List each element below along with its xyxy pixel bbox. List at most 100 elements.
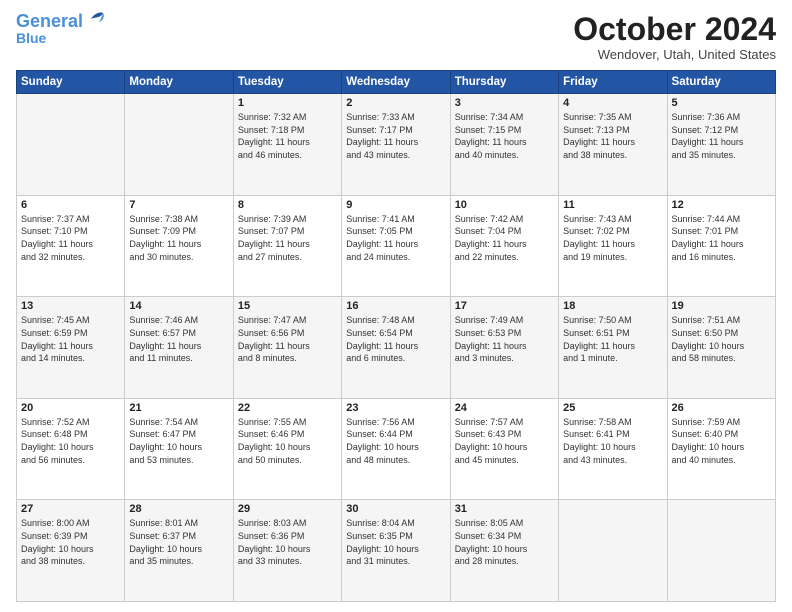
day-info: Sunrise: 7:57 AM Sunset: 6:43 PM Dayligh… (455, 416, 554, 466)
calendar-cell-w3-d4: 16Sunrise: 7:48 AM Sunset: 6:54 PM Dayli… (342, 297, 450, 399)
day-number: 19 (672, 300, 771, 312)
day-number: 20 (21, 402, 120, 414)
calendar-cell-w5-d3: 29 Sunrise: 8:03 AM Sunset: 6:36 PM Dayli… (233, 500, 341, 602)
day-info: Sunrise: 7:42 AM Sunset: 7:04 PM Dayligh… (455, 213, 554, 263)
week-row-1: 1Sunrise: 7:32 AM Sunset: 7:18 PM Daylig… (17, 94, 776, 196)
calendar-cell-w2-d4: 9 Sunrise: 7:41 AM Sunset: 7:05 PM Daylig… (342, 195, 450, 297)
day-info: Sunrise: 7:55 AM Sunset: 6:46 PM Dayligh… (238, 416, 337, 466)
day-info: Sunrise: 8:00 AM Sunset: 6:39 PM Dayligh… (21, 517, 120, 567)
calendar-cell-w2-d3: 8 Sunrise: 7:39 AM Sunset: 7:07 PM Daylig… (233, 195, 341, 297)
week-row-5: 27 Sunrise: 8:00 AM Sunset: 6:39 PM Dayli… (17, 500, 776, 602)
day-number: 9 (346, 199, 445, 211)
calendar-cell-w4-d3: 22 Sunrise: 7:55 AM Sunset: 6:46 PM Dayli… (233, 398, 341, 500)
col-wednesday: Wednesday (342, 71, 450, 94)
day-number: 31 (455, 503, 554, 515)
day-number: 3 (455, 97, 554, 109)
calendar-cell-w2-d6: 11 Sunrise: 7:43 AM Sunset: 7:02 PM Dayli… (559, 195, 667, 297)
day-number: 11 (563, 199, 662, 211)
day-number: 21 (129, 402, 228, 414)
calendar-cell-w4-d4: 23Sunrise: 7:56 AM Sunset: 6:44 PM Dayli… (342, 398, 450, 500)
day-info: Sunrise: 8:01 AM Sunset: 6:37 PM Dayligh… (129, 517, 228, 567)
day-number: 5 (672, 97, 771, 109)
calendar-cell-w4-d6: 25Sunrise: 7:58 AM Sunset: 6:41 PM Dayli… (559, 398, 667, 500)
calendar-cell-w3-d2: 14 Sunrise: 7:46 AM Sunset: 6:57 PM Dayli… (125, 297, 233, 399)
day-info: Sunrise: 7:44 AM Sunset: 7:01 PM Dayligh… (672, 213, 771, 263)
day-number: 14 (129, 300, 228, 312)
day-info: Sunrise: 7:36 AM Sunset: 7:12 PM Dayligh… (672, 111, 771, 161)
calendar-cell-w5-d1: 27 Sunrise: 8:00 AM Sunset: 6:39 PM Dayli… (17, 500, 125, 602)
calendar-cell-w2-d2: 7 Sunrise: 7:38 AM Sunset: 7:09 PM Daylig… (125, 195, 233, 297)
day-info: Sunrise: 7:35 AM Sunset: 7:13 PM Dayligh… (563, 111, 662, 161)
calendar-cell-w4-d5: 24 Sunrise: 7:57 AM Sunset: 6:43 PM Dayli… (450, 398, 558, 500)
day-number: 17 (455, 300, 554, 312)
day-number: 15 (238, 300, 337, 312)
calendar-cell-w5-d2: 28 Sunrise: 8:01 AM Sunset: 6:37 PM Dayli… (125, 500, 233, 602)
logo: General Blue (16, 12, 107, 46)
day-info: Sunrise: 7:51 AM Sunset: 6:50 PM Dayligh… (672, 314, 771, 364)
calendar-cell-w2-d5: 10 Sunrise: 7:42 AM Sunset: 7:04 PM Dayli… (450, 195, 558, 297)
calendar-cell-w3-d5: 17 Sunrise: 7:49 AM Sunset: 6:53 PM Dayli… (450, 297, 558, 399)
calendar-cell-w1-d6: 4 Sunrise: 7:35 AM Sunset: 7:13 PM Daylig… (559, 94, 667, 196)
calendar-cell-w2-d7: 12 Sunrise: 7:44 AM Sunset: 7:01 PM Dayli… (667, 195, 775, 297)
day-info: Sunrise: 8:04 AM Sunset: 6:35 PM Dayligh… (346, 517, 445, 567)
page: General Blue October 2024 Wendover, Utah… (0, 0, 792, 612)
day-info: Sunrise: 8:03 AM Sunset: 6:36 PM Dayligh… (238, 517, 337, 567)
day-number: 7 (129, 199, 228, 211)
calendar-cell-w1-d4: 2Sunrise: 7:33 AM Sunset: 7:17 PM Daylig… (342, 94, 450, 196)
day-number: 23 (346, 402, 445, 414)
day-info: Sunrise: 8:05 AM Sunset: 6:34 PM Dayligh… (455, 517, 554, 567)
day-number: 10 (455, 199, 554, 211)
day-info: Sunrise: 7:54 AM Sunset: 6:47 PM Dayligh… (129, 416, 228, 466)
day-number: 18 (563, 300, 662, 312)
day-number: 26 (672, 402, 771, 414)
calendar-cell-w3-d1: 13Sunrise: 7:45 AM Sunset: 6:59 PM Dayli… (17, 297, 125, 399)
day-number: 30 (346, 503, 445, 515)
logo-blue-text: Blue (16, 30, 46, 46)
day-info: Sunrise: 7:45 AM Sunset: 6:59 PM Dayligh… (21, 314, 120, 364)
calendar-cell-w3-d6: 18 Sunrise: 7:50 AM Sunset: 6:51 PM Dayli… (559, 297, 667, 399)
col-tuesday: Tuesday (233, 71, 341, 94)
day-number: 29 (238, 503, 337, 515)
logo-bird-icon (85, 11, 107, 29)
day-number: 4 (563, 97, 662, 109)
calendar-cell-w3-d7: 19 Sunrise: 7:51 AM Sunset: 6:50 PM Dayli… (667, 297, 775, 399)
day-number: 24 (455, 402, 554, 414)
title-block: October 2024 Wendover, Utah, United Stat… (573, 12, 776, 62)
calendar-cell-w5-d4: 30 Sunrise: 8:04 AM Sunset: 6:35 PM Dayli… (342, 500, 450, 602)
calendar-cell-w4-d2: 21 Sunrise: 7:54 AM Sunset: 6:47 PM Dayli… (125, 398, 233, 500)
day-info: Sunrise: 7:47 AM Sunset: 6:56 PM Dayligh… (238, 314, 337, 364)
calendar-cell-w1-d7: 5 Sunrise: 7:36 AM Sunset: 7:12 PM Daylig… (667, 94, 775, 196)
col-sunday: Sunday (17, 71, 125, 94)
day-number: 16 (346, 300, 445, 312)
col-friday: Friday (559, 71, 667, 94)
day-number: 6 (21, 199, 120, 211)
day-info: Sunrise: 7:52 AM Sunset: 6:48 PM Dayligh… (21, 416, 120, 466)
location: Wendover, Utah, United States (573, 47, 776, 62)
calendar-cell-w1-d5: 3 Sunrise: 7:34 AM Sunset: 7:15 PM Daylig… (450, 94, 558, 196)
logo-general-text: General (16, 12, 83, 30)
day-number: 28 (129, 503, 228, 515)
calendar-table: Sunday Monday Tuesday Wednesday Thursday… (16, 70, 776, 602)
day-info: Sunrise: 7:34 AM Sunset: 7:15 PM Dayligh… (455, 111, 554, 161)
day-number: 8 (238, 199, 337, 211)
calendar-cell-w1-d1 (17, 94, 125, 196)
calendar-cell-w2-d1: 6Sunrise: 7:37 AM Sunset: 7:10 PM Daylig… (17, 195, 125, 297)
header: General Blue October 2024 Wendover, Utah… (16, 12, 776, 62)
day-info: Sunrise: 7:38 AM Sunset: 7:09 PM Dayligh… (129, 213, 228, 263)
calendar-cell-w3-d3: 15 Sunrise: 7:47 AM Sunset: 6:56 PM Dayli… (233, 297, 341, 399)
day-info: Sunrise: 7:39 AM Sunset: 7:07 PM Dayligh… (238, 213, 337, 263)
day-number: 22 (238, 402, 337, 414)
day-number: 1 (238, 97, 337, 109)
day-number: 27 (21, 503, 120, 515)
day-info: Sunrise: 7:43 AM Sunset: 7:02 PM Dayligh… (563, 213, 662, 263)
day-number: 12 (672, 199, 771, 211)
day-number: 25 (563, 402, 662, 414)
day-info: Sunrise: 7:41 AM Sunset: 7:05 PM Dayligh… (346, 213, 445, 263)
week-row-3: 13Sunrise: 7:45 AM Sunset: 6:59 PM Dayli… (17, 297, 776, 399)
day-info: Sunrise: 7:50 AM Sunset: 6:51 PM Dayligh… (563, 314, 662, 364)
col-saturday: Saturday (667, 71, 775, 94)
day-info: Sunrise: 7:49 AM Sunset: 6:53 PM Dayligh… (455, 314, 554, 364)
day-info: Sunrise: 7:59 AM Sunset: 6:40 PM Dayligh… (672, 416, 771, 466)
calendar-cell-w1-d2 (125, 94, 233, 196)
day-info: Sunrise: 7:46 AM Sunset: 6:57 PM Dayligh… (129, 314, 228, 364)
